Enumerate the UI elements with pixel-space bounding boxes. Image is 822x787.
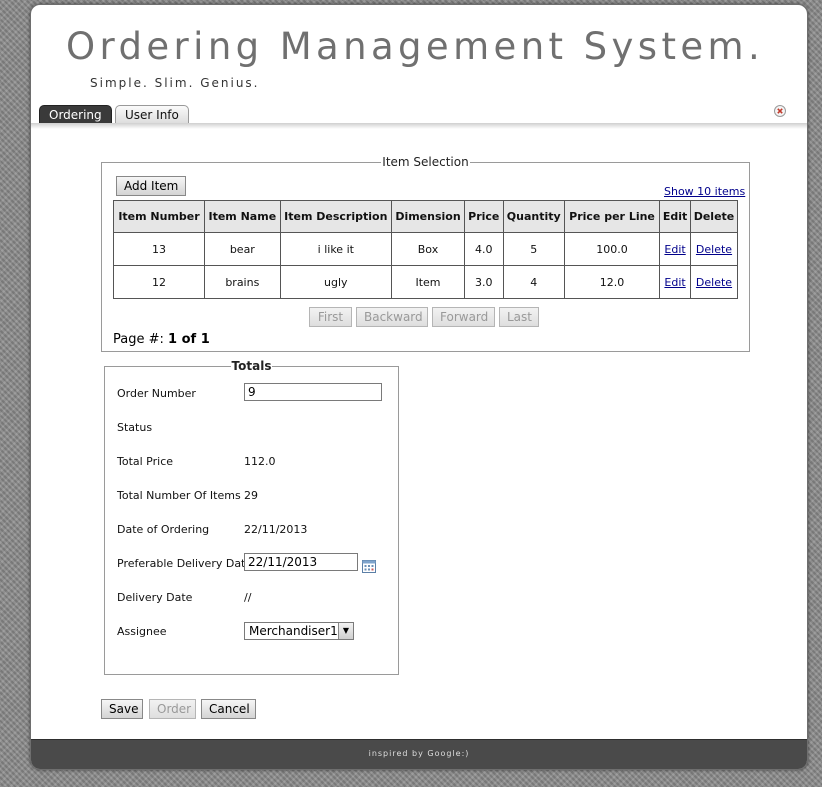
preferable-delivery-label: Preferable Delivery Date	[117, 557, 253, 570]
cell-dimension: Item	[390, 265, 466, 299]
cell-item-description: ugly	[279, 265, 392, 299]
cell-price: 4.0	[464, 232, 504, 266]
cell-price-per-line: 12.0	[563, 265, 661, 299]
save-button[interactable]: Save	[101, 699, 143, 719]
cell-quantity: 5	[502, 232, 565, 266]
delivery-date-label: Delivery Date	[117, 591, 193, 604]
col-item-number: Item Number	[112, 200, 206, 233]
last-page-button[interactable]: Last	[499, 307, 539, 327]
items-table: Item Number Item Name Item Description D…	[112, 200, 738, 299]
assignee-select[interactable]: Merchandiser1 ▼	[244, 622, 354, 640]
totals-legend: Totals	[231, 359, 272, 373]
calendar-icon[interactable]	[362, 559, 376, 573]
cell-delete: Delete	[690, 232, 738, 266]
cell-item-number: 13	[112, 232, 206, 266]
col-dimension: Dimension	[390, 200, 466, 233]
backward-button[interactable]: Backward	[356, 307, 428, 327]
app-title: Ordering Management System.	[66, 25, 765, 68]
tab-ordering[interactable]: Ordering	[39, 105, 112, 124]
show-items-link[interactable]: Show 10 items	[664, 185, 745, 198]
cell-edit: Edit	[659, 232, 691, 266]
order-number-input[interactable]	[244, 383, 382, 401]
delete-link[interactable]: Delete	[696, 243, 732, 256]
tab-divider	[31, 123, 807, 129]
cell-item-number: 12	[112, 265, 206, 299]
cell-quantity: 4	[502, 265, 565, 299]
first-page-button[interactable]: First	[309, 307, 352, 327]
chevron-down-icon[interactable]: ▼	[338, 623, 353, 639]
delivery-date-value: //	[244, 591, 252, 604]
col-quantity: Quantity	[502, 200, 565, 233]
order-number-label: Order Number	[117, 387, 196, 400]
table-header-row: Item Number Item Name Item Description D…	[112, 200, 738, 233]
forward-button[interactable]: Forward	[432, 307, 495, 327]
col-price-per-line: Price per Line	[563, 200, 661, 233]
cell-item-name: bear	[204, 232, 281, 266]
col-edit: Edit	[659, 200, 691, 233]
cell-price: 3.0	[464, 265, 504, 299]
table-row: 13 bear i like it Box 4.0 5 100.0 Edit D…	[112, 232, 738, 266]
preferable-delivery-input[interactable]	[244, 553, 358, 571]
close-icon[interactable]	[774, 105, 786, 117]
item-selection-legend: Item Selection	[382, 155, 469, 169]
total-items-value: 29	[244, 489, 258, 502]
col-item-name: Item Name	[204, 200, 281, 233]
edit-link[interactable]: Edit	[664, 276, 685, 289]
cell-delete: Delete	[690, 265, 738, 299]
cell-item-name: brains	[204, 265, 281, 299]
cell-dimension: Box	[390, 232, 466, 266]
tab-user-info[interactable]: User Info	[115, 105, 189, 124]
cell-edit: Edit	[659, 265, 691, 299]
assignee-value: Merchandiser1	[249, 624, 338, 638]
main-panel: Ordering Management System. Simple. Slim…	[30, 4, 808, 770]
col-price: Price	[464, 200, 504, 233]
total-items-label: Total Number Of Items	[117, 489, 241, 502]
date-ordering-label: Date of Ordering	[117, 523, 210, 536]
status-label: Status	[117, 421, 153, 434]
col-item-description: Item Description	[279, 200, 392, 233]
total-price-label: Total Price	[117, 455, 174, 468]
assignee-label: Assignee	[117, 625, 167, 638]
total-price-value: 112.0	[244, 455, 276, 468]
table-row: 12 brains ugly Item 3.0 4 12.0 Edit Dele…	[112, 265, 738, 299]
edit-link[interactable]: Edit	[664, 243, 685, 256]
app-subtitle: Simple. Slim. Genius.	[90, 76, 260, 90]
cell-price-per-line: 100.0	[563, 232, 661, 266]
footer-text: inspired by Google:)	[368, 749, 470, 758]
page-label: Page #:	[113, 332, 164, 347]
cell-item-description: i like it	[279, 232, 392, 266]
cancel-button[interactable]: Cancel	[201, 699, 256, 719]
date-ordering-value: 22/11/2013	[244, 523, 308, 536]
order-button[interactable]: Order	[149, 699, 196, 719]
col-delete: Delete	[690, 200, 738, 233]
page-indicator: Page #: 1 of 1	[113, 332, 210, 347]
add-item-button[interactable]: Add Item	[116, 176, 187, 196]
delete-link[interactable]: Delete	[696, 276, 732, 289]
page-value: 1 of 1	[168, 332, 210, 347]
